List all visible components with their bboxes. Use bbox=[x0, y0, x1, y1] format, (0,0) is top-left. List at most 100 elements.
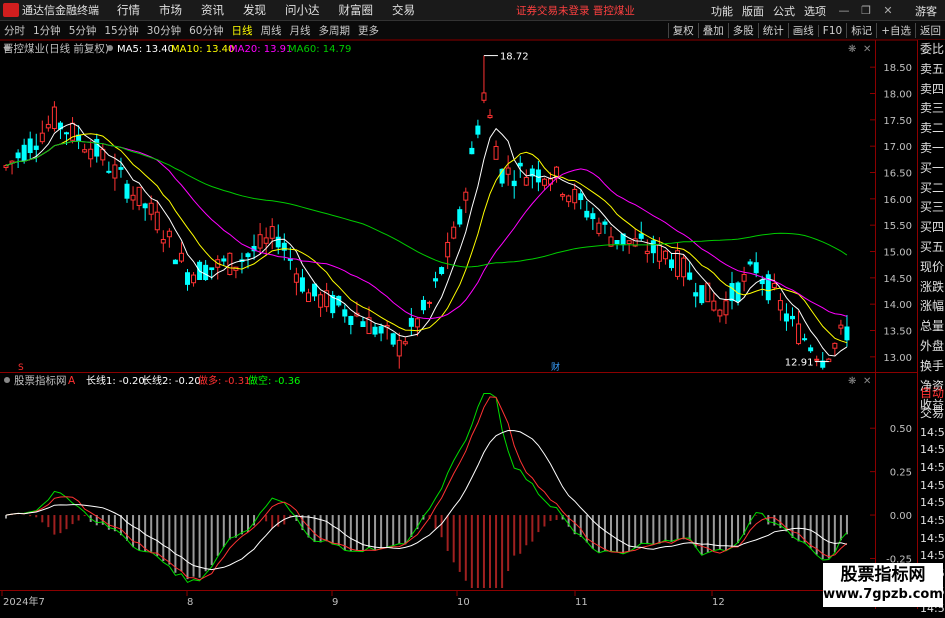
candle-body bbox=[166, 230, 172, 238]
tool-add-watchlist[interactable]: +自选 bbox=[876, 23, 915, 38]
stock-title-label: 晋控煤业(日线 前复权) bbox=[3, 42, 109, 55]
candle-body bbox=[693, 292, 699, 297]
candle-body bbox=[372, 326, 378, 335]
date-tick-label: 2024年7 bbox=[3, 595, 45, 608]
period-multi[interactable]: 多周期 bbox=[319, 23, 351, 38]
tool-mark[interactable]: 标记 bbox=[846, 23, 876, 38]
price-tick-label: 16.00 bbox=[883, 195, 912, 206]
candle-body bbox=[832, 342, 838, 349]
indicator-red-line bbox=[5, 396, 848, 581]
tool-f10[interactable]: F10 bbox=[817, 24, 846, 37]
kline-chart[interactable]: 晋控煤业(日线 前复权) MA5: 13.40 MA10: 13.40 MA20… bbox=[0, 40, 917, 609]
tool-adjust[interactable]: 复权 bbox=[667, 23, 698, 38]
candle-body bbox=[699, 285, 705, 304]
period-30min[interactable]: 30分钟 bbox=[147, 23, 181, 38]
date-tick-label: 8 bbox=[187, 597, 193, 608]
menu-trade[interactable]: 交易 bbox=[392, 2, 415, 18]
indicator-gear-icon[interactable]: ❋ bbox=[848, 376, 856, 387]
menu-formula[interactable]: 公式 bbox=[773, 3, 795, 19]
gear-icon[interactable]: ❋ bbox=[848, 44, 856, 55]
period-weekly[interactable]: 周线 bbox=[261, 23, 282, 38]
menu-news[interactable]: 资讯 bbox=[201, 2, 224, 18]
price-tick-label: 16.50 bbox=[883, 169, 912, 180]
period-15min[interactable]: 15分钟 bbox=[104, 23, 138, 38]
tool-multi-stock[interactable]: 多股 bbox=[727, 23, 758, 38]
candle-body bbox=[445, 241, 451, 258]
candle-body bbox=[433, 278, 439, 282]
quote-field-4: 卖二 bbox=[920, 121, 945, 136]
period-1min[interactable]: 1分钟 bbox=[33, 23, 61, 38]
menu-market[interactable]: 市场 bbox=[159, 2, 182, 18]
menu-function[interactable]: 功能 bbox=[711, 3, 733, 19]
finance-marker[interactable]: 财 bbox=[551, 361, 560, 373]
period-daily[interactable]: 日线 bbox=[232, 23, 253, 38]
restore-icon[interactable]: ❐ bbox=[857, 3, 875, 18]
indicator-long: 做多: -0.31 bbox=[198, 374, 250, 387]
period-more[interactable]: 更多 bbox=[358, 23, 379, 38]
period-intraday[interactable]: 分时 bbox=[4, 23, 25, 38]
ma5-label: MA5: 13.40 bbox=[117, 44, 174, 55]
watermark-url: www.7gpzb.com bbox=[823, 587, 943, 602]
indicator-long2: 长线2: -0.20 bbox=[142, 374, 201, 387]
close-panel-icon[interactable]: ✕ bbox=[863, 44, 871, 55]
tool-draw[interactable]: 画线 bbox=[787, 23, 818, 38]
candle-body bbox=[39, 132, 45, 143]
candle-body bbox=[475, 125, 481, 135]
trade-tab-0[interactable]: 自动 bbox=[918, 384, 945, 404]
candle-body bbox=[451, 226, 457, 239]
menu-layout[interactable]: 版面 bbox=[742, 3, 764, 19]
tick-time-0: 14:56 bbox=[920, 425, 945, 439]
app-logo-icon bbox=[3, 3, 19, 17]
indicator-mode[interactable]: A bbox=[68, 375, 76, 387]
menu-wealth[interactable]: 财富圈 bbox=[339, 2, 374, 18]
candle-body bbox=[160, 239, 166, 244]
trade-tab-1[interactable]: 交易 bbox=[918, 404, 945, 424]
candle-body bbox=[257, 234, 263, 249]
candle-body bbox=[783, 313, 789, 322]
candle-body bbox=[808, 347, 814, 352]
tick-time-6: 14:56 bbox=[920, 531, 945, 545]
period-60min[interactable]: 60分钟 bbox=[189, 23, 223, 38]
candle-body bbox=[596, 222, 602, 234]
candle-body bbox=[638, 233, 644, 239]
tool-overlay[interactable]: 叠加 bbox=[697, 23, 728, 38]
candle-body bbox=[178, 252, 184, 262]
guest-user[interactable]: 游客 bbox=[915, 3, 937, 19]
candle-body bbox=[263, 237, 269, 244]
candle-body bbox=[94, 138, 100, 157]
menu-discover[interactable]: 发现 bbox=[243, 2, 266, 18]
candle-body bbox=[656, 244, 662, 262]
candle-body bbox=[590, 213, 596, 220]
candle-body bbox=[312, 283, 318, 297]
ma20-line bbox=[5, 140, 848, 320]
candle-body bbox=[390, 333, 396, 345]
login-notice[interactable]: 证券交易未登录 晋控煤业 bbox=[516, 3, 635, 18]
candle-body bbox=[342, 309, 348, 317]
tool-stats[interactable]: 统计 bbox=[757, 23, 788, 38]
period-5min[interactable]: 5分钟 bbox=[69, 23, 97, 38]
minimize-icon[interactable]: — bbox=[835, 3, 853, 18]
candle-body bbox=[844, 326, 850, 341]
indicator-long1: 长线1: -0.20 bbox=[86, 374, 145, 387]
indicator-short: 做空: -0.36 bbox=[248, 374, 300, 387]
period-monthly[interactable]: 月线 bbox=[290, 23, 311, 38]
candle-body bbox=[439, 267, 445, 275]
date-tick-label: 10 bbox=[457, 597, 470, 608]
candle-body bbox=[293, 273, 299, 283]
candle-body bbox=[221, 258, 227, 262]
candle-body bbox=[578, 193, 584, 201]
quote-field-5: 卖一 bbox=[920, 140, 945, 155]
indicator-settings-icon[interactable] bbox=[4, 377, 10, 383]
tick-time-4: 14:56 bbox=[920, 496, 945, 510]
candle-body bbox=[209, 267, 215, 271]
indicator-close-icon[interactable]: ✕ bbox=[863, 376, 871, 387]
menu-quotes[interactable]: 行情 bbox=[117, 2, 140, 18]
candle-body bbox=[64, 132, 69, 135]
menu-ask[interactable]: 问小达 bbox=[285, 2, 320, 18]
candle-body bbox=[614, 240, 620, 244]
candle-body bbox=[493, 146, 499, 160]
menu-options[interactable]: 选项 bbox=[804, 3, 826, 19]
candle-body bbox=[487, 115, 493, 119]
close-icon[interactable]: ✕ bbox=[879, 3, 897, 18]
ma-settings-icon[interactable] bbox=[107, 45, 113, 51]
